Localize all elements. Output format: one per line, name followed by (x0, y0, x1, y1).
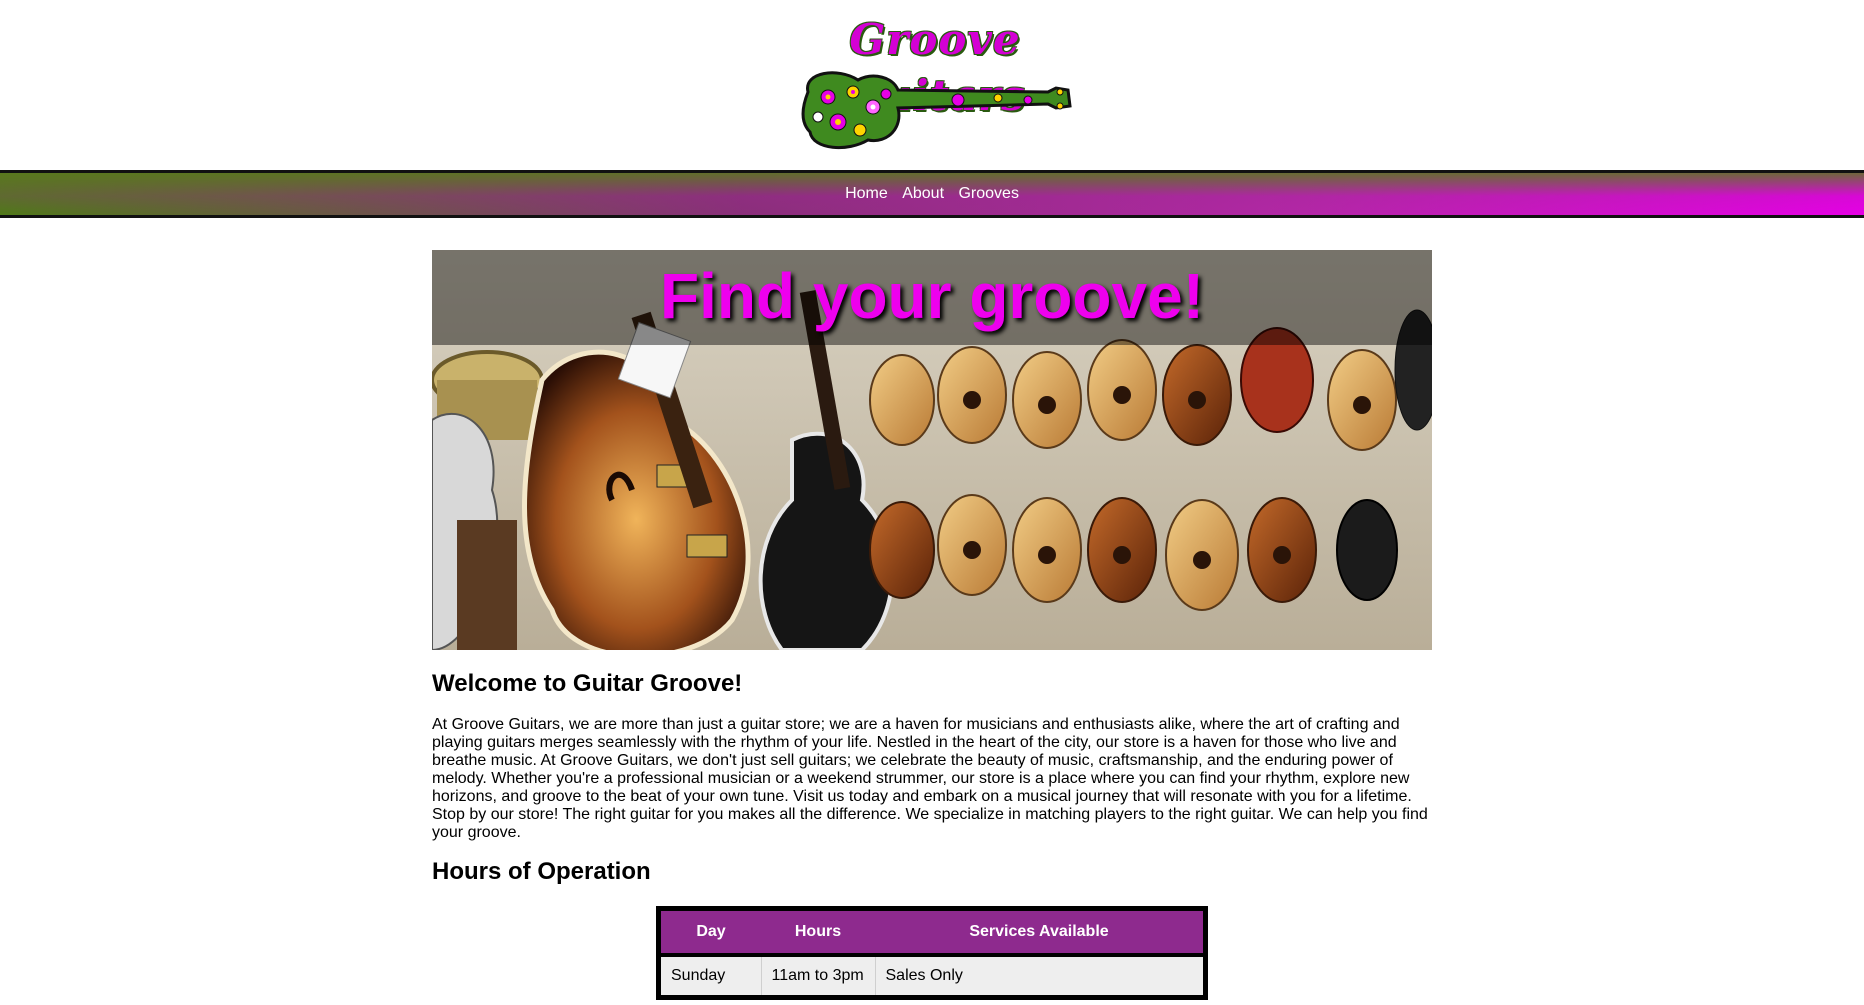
column-header-hours: Hours (761, 908, 875, 957)
site-header: Groove Guitars (0, 0, 1864, 170)
nav-bar: Home About Grooves (0, 170, 1864, 218)
nav-about-link[interactable]: About (902, 185, 944, 202)
guitar-logo-icon (801, 71, 1072, 150)
nav-grooves-link[interactable]: Grooves (958, 185, 1018, 202)
cell-day: Sunday (658, 955, 762, 998)
cell-services: Sales Only (875, 955, 1206, 998)
hours-heading: Hours of Operation (432, 858, 651, 885)
nav-links: Home About Grooves (0, 173, 1864, 215)
main-content: Find your groove! Welcome to Guitar Groo… (432, 250, 1432, 1000)
welcome-heading: Welcome to Guitar Groove! (432, 670, 743, 697)
column-header-day: Day (658, 908, 761, 957)
nav-home-link[interactable]: Home (845, 185, 888, 202)
logo[interactable]: Groove Guitars (790, 12, 1080, 162)
hero-title: Find your groove! (660, 260, 1204, 332)
welcome-paragraph: At Groove Guitars, we are more than just… (432, 716, 1428, 841)
hero-banner: Find your groove! (432, 250, 1432, 650)
table-row: Sunday 11am to 3pm Sales Only (658, 955, 1206, 998)
column-header-services: Services Available (875, 908, 1206, 957)
hours-table-header-row: Day Hours Services Available (658, 908, 1206, 957)
hours-table: Day Hours Services Available Sunday 11am… (656, 906, 1208, 1000)
cell-hours: 11am to 3pm (761, 955, 876, 998)
